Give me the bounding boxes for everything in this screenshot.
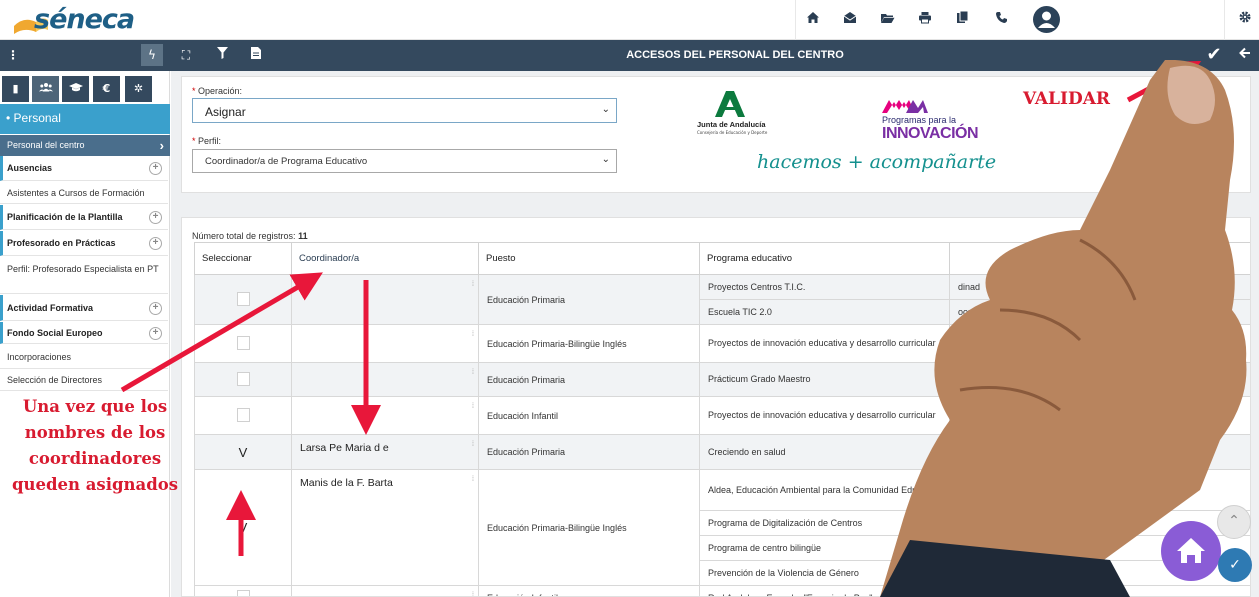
pointing-hand-illustration	[880, 60, 1247, 597]
check-fab-button[interactable]: ✓	[1218, 548, 1252, 582]
note-annotation: Una vez que los nombres de los coordinad…	[11, 397, 179, 494]
scroll-top-button[interactable]: ⌃	[1217, 505, 1251, 539]
home-icon	[1177, 538, 1205, 563]
home-fab-button[interactable]	[1161, 521, 1221, 581]
arrow-to-coordinador-header	[120, 272, 323, 393]
